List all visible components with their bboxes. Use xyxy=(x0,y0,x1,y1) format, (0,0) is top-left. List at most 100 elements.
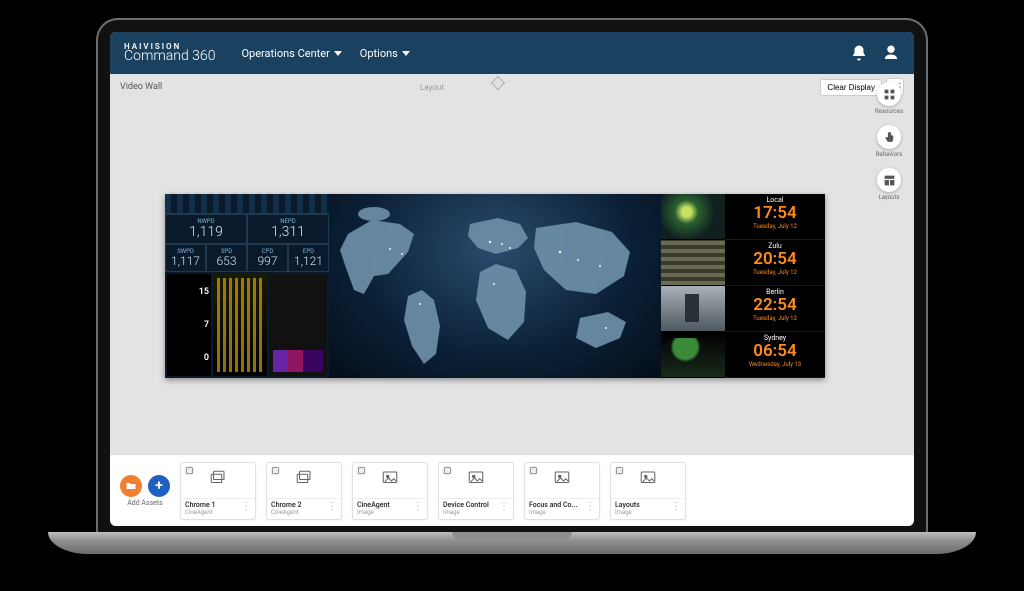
clock-time: 17:54 xyxy=(725,204,825,223)
asset-menu-button[interactable]: ⋮ xyxy=(583,501,595,517)
asset-menu-button[interactable]: ⋮ xyxy=(239,501,251,517)
asset-preview xyxy=(267,463,341,499)
world-clocks: Local 17:54 Tuesday, July 12 Zulu 20:54 … xyxy=(725,194,825,378)
laptop-base xyxy=(48,532,976,554)
brand: HAIVISION Command 360 xyxy=(124,43,215,64)
asset-name: Chrome 2 xyxy=(271,501,325,509)
world-map-panel xyxy=(329,194,661,378)
image-icon xyxy=(551,469,573,491)
dashboard-panel: NWPD 1,119 NEPD 1,311 SWPD 1,117 xyxy=(165,194,329,378)
dash-row2: SWPD 1,117 SPD 653 CPD 997 EPD xyxy=(165,244,329,272)
dash-row1: NWPD 1,119 NEPD 1,311 xyxy=(165,214,329,244)
brand-name: Command 360 xyxy=(124,50,215,63)
asset-preview xyxy=(353,463,427,499)
layout-drag-handle[interactable] xyxy=(491,76,505,90)
clock-time: 20:54 xyxy=(725,250,825,269)
pin-icon[interactable] xyxy=(528,466,538,476)
asset-sub: Image xyxy=(443,509,497,516)
world-map-icon xyxy=(329,194,661,378)
dash-cell-value: 997 xyxy=(252,255,283,267)
thumbnail-column xyxy=(661,194,725,378)
menu-ops-label: Operations Center xyxy=(241,47,329,60)
add-asset-button[interactable]: + xyxy=(148,475,170,497)
app-header: HAIVISION Command 360 Operations Center … xyxy=(110,32,914,74)
pin-icon[interactable] xyxy=(356,466,366,476)
menu-operations-center[interactable]: Operations Center xyxy=(241,47,341,60)
asset-tile[interactable]: Chrome 2CineAgent⋮ xyxy=(266,462,342,520)
pin-icon[interactable] xyxy=(270,466,280,476)
dash-cell-value: 1,121 xyxy=(293,255,324,267)
asset-tile[interactable]: Device ControlImage⋮ xyxy=(438,462,514,520)
dash-charts: 15 7 0 xyxy=(165,272,329,378)
stack-icon xyxy=(207,469,229,491)
dash-count-list: 15 7 0 xyxy=(167,274,211,376)
thumb-camera-2 xyxy=(661,286,725,332)
thumb-satellite xyxy=(661,332,725,378)
asset-name: CineAgent xyxy=(357,501,411,509)
asset-menu-button[interactable]: ⋮ xyxy=(497,501,509,517)
asset-tile[interactable]: CineAgentImage⋮ xyxy=(352,462,428,520)
laptop-notch xyxy=(452,532,572,540)
video-wall[interactable]: NWPD 1,119 NEPD 1,311 SWPD 1,117 xyxy=(165,194,825,378)
dash-cell: NWPD 1,119 xyxy=(165,214,247,244)
menu-options[interactable]: Options xyxy=(360,47,410,60)
app-root: HAIVISION Command 360 Operations Center … xyxy=(110,32,914,526)
dash-bar-chart xyxy=(213,274,267,376)
clock-sydney: Sydney 06:54 Wednesday, July 13 xyxy=(725,332,825,378)
dash-count: 0 xyxy=(169,353,209,363)
asset-name: Layouts xyxy=(615,501,669,509)
thumb-camera-1 xyxy=(661,240,725,286)
stack-icon xyxy=(293,469,315,491)
clock-zulu: Zulu 20:54 Tuesday, July 12 xyxy=(725,240,825,286)
dash-cell-value: 653 xyxy=(211,255,242,267)
thumb-radar xyxy=(661,194,725,240)
dash-cell: EPD 1,121 xyxy=(288,244,329,272)
asset-sub: Image xyxy=(529,509,583,516)
pin-icon[interactable] xyxy=(442,466,452,476)
pin-icon[interactable] xyxy=(614,466,624,476)
assets-bar: + Add Assets Chrome 1CineAgent⋮Chrome 2C… xyxy=(110,454,914,526)
chevron-down-icon xyxy=(402,51,410,56)
asset-menu-button[interactable]: ⋮ xyxy=(669,501,681,517)
asset-name: Chrome 1 xyxy=(185,501,239,509)
image-icon xyxy=(637,469,659,491)
dash-cell: NEPD 1,311 xyxy=(247,214,329,244)
dash-line-chart xyxy=(269,274,327,376)
dash-count: 7 xyxy=(169,320,209,330)
bell-icon[interactable] xyxy=(850,44,868,62)
dash-cell-value: 1,117 xyxy=(170,255,201,267)
user-icon[interactable] xyxy=(882,44,900,62)
clock-date: Tuesday, July 12 xyxy=(725,315,825,322)
asset-preview xyxy=(439,463,513,499)
dash-cell: CPD 997 xyxy=(247,244,288,272)
asset-sub: CineAgent xyxy=(185,509,239,516)
grid-icon xyxy=(883,88,896,101)
asset-tile[interactable]: LayoutsImage⋮ xyxy=(610,462,686,520)
menu-options-label: Options xyxy=(360,47,398,60)
clock-time: 06:54 xyxy=(725,342,825,361)
add-asset-folder-button[interactable] xyxy=(120,475,142,497)
pin-icon[interactable] xyxy=(184,466,194,476)
video-wall-canvas[interactable]: NWPD 1,119 NEPD 1,311 SWPD 1,117 xyxy=(110,100,914,454)
asset-sub: CineAgent xyxy=(271,509,325,516)
subheader: Video Wall Layout Clear Display ⋮⋮ xyxy=(110,74,914,100)
clock-date: Wednesday, July 13 xyxy=(725,361,825,368)
asset-tile[interactable]: Chrome 1CineAgent⋮ xyxy=(180,462,256,520)
dash-cell-value: 1,119 xyxy=(170,225,242,239)
add-assets-label: Add Assets xyxy=(127,499,163,507)
clock-date: Tuesday, July 12 xyxy=(725,269,825,276)
asset-name: Focus and Co... xyxy=(529,501,583,509)
dash-cell-value: 1,311 xyxy=(252,225,324,239)
folder-icon xyxy=(125,480,137,492)
dash-cell: SWPD 1,117 xyxy=(165,244,206,272)
asset-menu-button[interactable]: ⋮ xyxy=(411,501,423,517)
asset-preview xyxy=(181,463,255,499)
clock-time: 22:54 xyxy=(725,296,825,315)
asset-sub: Image xyxy=(615,509,669,516)
videowall-label: Video Wall xyxy=(120,82,162,92)
asset-preview xyxy=(611,463,685,499)
asset-tile[interactable]: Focus and Co...Image⋮ xyxy=(524,462,600,520)
image-icon xyxy=(465,469,487,491)
asset-menu-button[interactable]: ⋮ xyxy=(325,501,337,517)
asset-name: Device Control xyxy=(443,501,497,509)
